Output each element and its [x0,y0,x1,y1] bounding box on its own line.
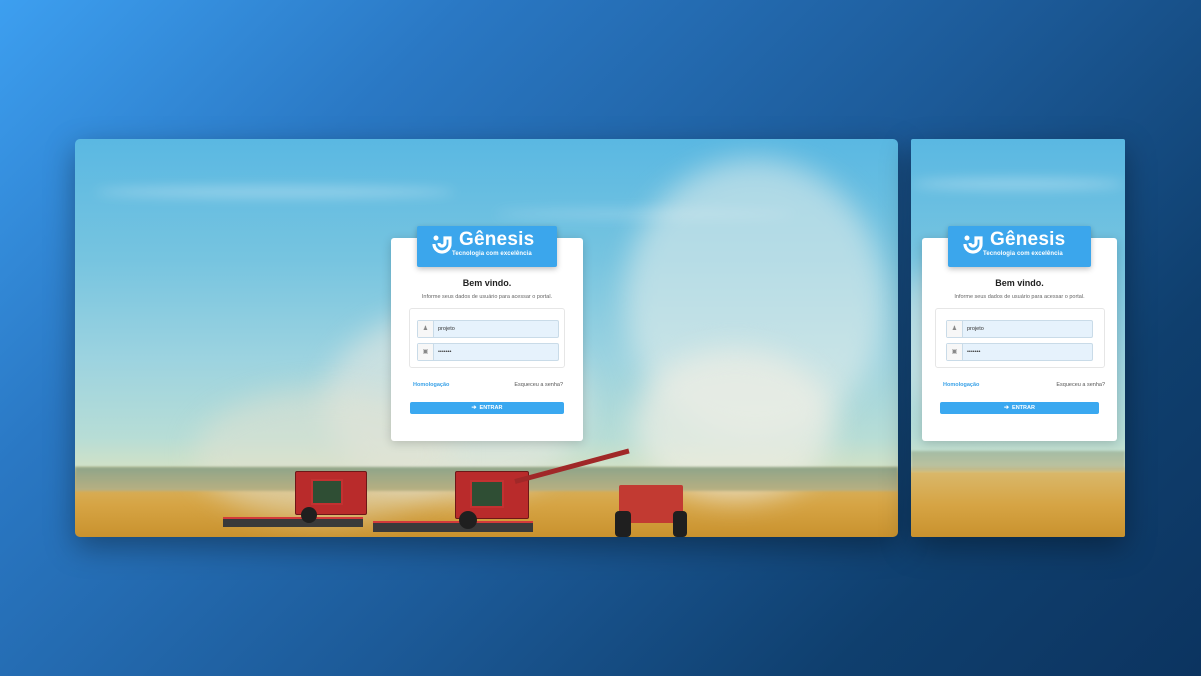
mobile-login-subtitle: Informe seus dados de usuário para acess… [954,294,1085,300]
password-value: ••••••• [438,349,452,355]
user-icon: ♟ [947,321,963,337]
brand-tagline: Tecnologia com excelência [452,251,532,257]
submit-label: ENTRAR [479,405,503,411]
username-value: projeto [438,326,455,332]
lock-icon: ▣ [947,344,963,360]
mobile-password-field[interactable]: ▣ ••••••• [946,343,1093,361]
mobile-username-field[interactable]: ♟ projeto [946,320,1093,338]
mobile-submit-label: ENTRAR [1012,405,1035,411]
mobile-brand-logo: Gênesis Tecnologia com excelência [948,226,1091,267]
mobile-login-preview: Bem vindo. Informe seus dados de usuário… [911,139,1125,537]
username-field[interactable]: ♟ projeto [417,320,559,338]
login-subtitle: Informe seus dados de usuário para acess… [421,294,553,300]
password-field[interactable]: ▣ ••••••• [417,343,559,361]
lock-icon: ▣ [418,344,434,360]
mobile-credentials-box: ♟ projeto ▣ ••••••• [935,308,1105,368]
mobile-brand-name: Gênesis [990,229,1066,250]
sign-in-icon: ➔ [1004,405,1010,411]
mobile-environment-link[interactable]: Homologação [943,382,979,388]
user-icon: ♟ [418,321,434,337]
mobile-welcome-title: Bem vindo. [995,278,1044,288]
login-card: Bem vindo. Informe seus dados de usuário… [391,238,583,441]
forgot-password-link[interactable]: Esqueceu a senha? [514,382,563,388]
welcome-title: Bem vindo. [462,278,512,288]
environment-link[interactable]: Homologação [413,382,449,388]
mobile-login-card: Bem vindo. Informe seus dados de usuário… [922,238,1117,441]
submit-button[interactable]: ➔ ENTRAR [410,402,564,414]
brand-name: Gênesis [459,229,535,250]
mobile-username-value: projeto [967,326,984,332]
brand-logo: Gênesis Tecnologia com excelência [417,226,557,267]
mobile-submit-button[interactable]: ➔ ENTRAR [940,402,1099,414]
sign-in-icon: ➔ [471,405,477,411]
desktop-login-preview: Bem vindo. Informe seus dados de usuário… [75,139,898,537]
credentials-box: ♟ projeto ▣ ••••••• [409,308,565,368]
mobile-brand-tagline: Tecnologia com excelência [983,251,1063,257]
mobile-forgot-password-link[interactable]: Esqueceu a senha? [1056,382,1105,388]
mobile-password-value: ••••••• [967,349,981,355]
